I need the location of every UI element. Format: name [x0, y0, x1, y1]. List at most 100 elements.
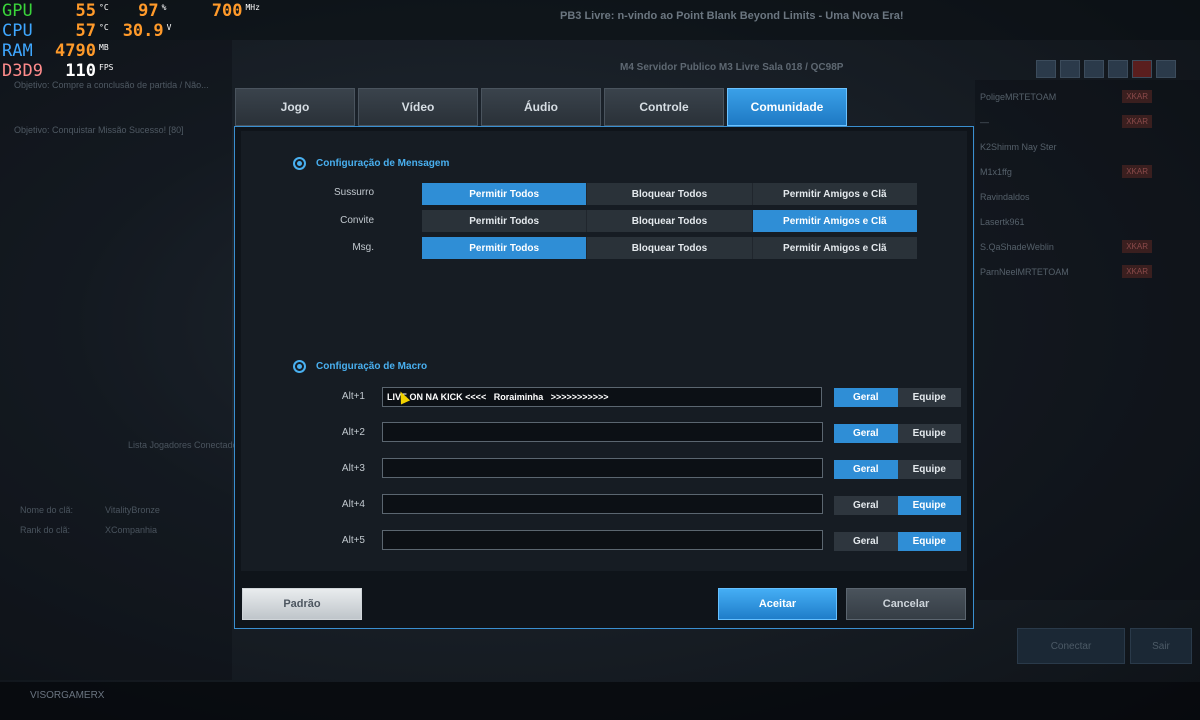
row-label-sussurro: Sussurro — [333, 187, 374, 198]
macro-label-alt3: Alt+3 — [341, 463, 365, 474]
background-clan-rank: XCompanhia — [105, 525, 158, 535]
hud-ram-value: 4790 — [55, 41, 96, 61]
background-player-row: ParnNeelMRTETOAM XKAR — [980, 265, 1180, 278]
macro-input-alt2[interactable] — [382, 422, 823, 442]
msg-option-permitir-todos[interactable]: Permitir Todos — [422, 237, 588, 259]
background-clan-name: VitalityBronze — [105, 505, 160, 515]
sussurro-option-permitir-todos[interactable]: Permitir Todos — [422, 183, 588, 205]
background-player-row: K2Shimm Nay Ster — [980, 142, 1057, 152]
background-chat-label: Lista Jogadores Conectados — [128, 440, 243, 450]
msg-option-bloquear-todos[interactable]: Bloquear Todos — [587, 237, 753, 259]
options-tabs: Jogo Vídeo Áudio Controle Comunidade — [235, 88, 847, 126]
background-connect-button: Conectar — [1017, 628, 1125, 664]
hud-cpu-row: CPU 57 °C 30.9 V — [2, 21, 171, 41]
macro-input-alt5[interactable] — [382, 530, 823, 550]
macro-input-alt4[interactable] — [382, 494, 823, 514]
tab-jogo[interactable]: Jogo — [235, 88, 355, 126]
sussurro-option-amigos-cla[interactable]: Permitir Amigos e Clã — [753, 183, 917, 205]
accept-button[interactable]: Aceitar — [718, 588, 837, 620]
convite-selector: Permitir Todos Bloquear Todos Permitir A… — [422, 210, 917, 232]
macro-alt5-equipe[interactable]: Equipe — [897, 532, 961, 551]
macro-alt4-geral[interactable]: Geral — [834, 496, 898, 515]
background-left-panel — [0, 40, 232, 680]
convite-option-amigos-cla[interactable]: Permitir Amigos e Clã — [752, 210, 917, 232]
macro-section-title: Configuração de Macro — [293, 360, 427, 373]
sussurro-selector: Permitir Todos Bloquear Todos Permitir A… — [422, 183, 917, 205]
hud-cpu-voltage-unit: V — [166, 23, 172, 32]
hud-gpu-temp-unit: °C — [99, 3, 109, 12]
hud-ram-unit: MB — [99, 43, 109, 52]
tab-comunidade[interactable]: Comunidade — [727, 88, 847, 126]
row-label-convite: Convite — [340, 215, 374, 226]
hud-d3d9-label: D3D9 — [2, 61, 43, 81]
hud-cpu-temp: 57 — [75, 21, 96, 41]
background-player-row: Ravindaldos — [980, 192, 1030, 202]
settings-icon — [1084, 60, 1104, 78]
background-player-row: M1x1ffg XKAR — [980, 165, 1180, 178]
background-objective-1: Objetivo: Compre a conclusão de partida … — [14, 80, 209, 90]
macro-input-alt1[interactable] — [382, 387, 822, 407]
background-player-row: PoligeMRTETOAM XKAR — [980, 90, 1180, 103]
user-icon — [1108, 60, 1128, 78]
macro-toggle-alt5: Geral Equipe — [834, 532, 961, 551]
cancel-button[interactable]: Cancelar — [846, 588, 966, 620]
macro-alt5-geral[interactable]: Geral — [834, 532, 898, 551]
convite-option-bloquear-todos[interactable]: Bloquear Todos — [587, 210, 753, 232]
hud-gpu-load-unit: % — [161, 3, 167, 12]
performance-hud: GPU 55 °C 97 % 700 MHz CPU 57 °C 30.9 V … — [0, 0, 280, 81]
hud-fps-value: 110 — [65, 61, 96, 81]
macro-toggle-alt4: Geral Equipe — [834, 496, 961, 515]
background-player-row: — XKAR — [980, 115, 1180, 128]
background-server-info: M4 Servidor Publico M3 Livre Sala 018 / … — [620, 62, 844, 73]
info-icon — [1036, 60, 1056, 78]
background-toolbar-icons — [1036, 60, 1176, 78]
background-player-row: S.QaShadeWeblin XKAR — [980, 240, 1180, 253]
message-section-title-text: Configuração de Mensagem — [316, 158, 450, 169]
hud-cpu-temp-unit: °C — [99, 23, 109, 32]
background-title: PB3 Livre: n-vindo ao Point Blank Beyond… — [560, 10, 904, 22]
hud-gpu-load: 97 — [138, 1, 159, 21]
background-player-name: VISORGAMERX — [30, 690, 105, 701]
macro-alt3-equipe[interactable]: Equipe — [897, 460, 961, 479]
background-bottom-bar — [0, 682, 1200, 720]
options-dialog: Configuração de Mensagem Sussurro Permit… — [234, 126, 974, 629]
macro-alt2-equipe[interactable]: Equipe — [897, 424, 961, 443]
hud-gpu-clock: 700 — [211, 1, 243, 21]
background-player-row: Lasertk961 — [980, 217, 1025, 227]
row-label-msg: Msg. — [352, 242, 374, 253]
convite-option-permitir-todos[interactable]: Permitir Todos — [422, 210, 588, 232]
save-icon — [1156, 60, 1176, 78]
macro-alt1-equipe[interactable]: Equipe — [897, 388, 961, 407]
macro-label-alt2: Alt+2 — [341, 427, 365, 438]
tab-audio[interactable]: Áudio — [481, 88, 601, 126]
macro-input-alt3[interactable] — [382, 458, 823, 478]
macro-label-alt4: Alt+4 — [341, 499, 365, 510]
section-bullet-icon — [293, 157, 306, 170]
hud-fps-unit: FPS — [99, 63, 114, 72]
macro-alt3-geral[interactable]: Geral — [834, 460, 898, 479]
hud-gpu-label: GPU — [2, 1, 33, 21]
macro-alt1-geral[interactable]: Geral — [834, 388, 898, 407]
msg-option-amigos-cla[interactable]: Permitir Amigos e Clã — [753, 237, 917, 259]
hud-cpu-label: CPU — [2, 21, 33, 41]
macro-toggle-alt2: Geral Equipe — [834, 424, 961, 443]
default-button[interactable]: Padrão — [242, 588, 362, 620]
background-objective-2: Objetivo: Conquistar Missão Sucesso! [80… — [14, 125, 184, 135]
macro-alt4-equipe[interactable]: Equipe — [897, 496, 961, 515]
msg-selector: Permitir Todos Bloquear Todos Permitir A… — [422, 237, 917, 259]
hud-ram-row: RAM 4790 MB — [2, 41, 109, 61]
hud-d3d9-row: D3D9 110 FPS — [2, 61, 113, 81]
macro-toggle-alt3: Geral Equipe — [834, 460, 961, 479]
background-right-panel — [975, 80, 1200, 600]
background-exit-button: Sair — [1130, 628, 1192, 664]
close-icon — [1132, 60, 1152, 78]
tab-controle[interactable]: Controle — [604, 88, 724, 126]
hud-cpu-voltage: 30.9 — [122, 21, 164, 41]
hud-gpu-row: GPU 55 °C 97 % 700 MHz — [2, 1, 260, 21]
macro-alt2-geral[interactable]: Geral — [834, 424, 898, 443]
macro-label-alt1: Alt+1 — [341, 391, 365, 402]
macro-toggle-alt1: Geral Equipe — [834, 388, 961, 407]
sussurro-option-bloquear-todos[interactable]: Bloquear Todos — [587, 183, 753, 205]
tab-video[interactable]: Vídeo — [358, 88, 478, 126]
macro-label-alt5: Alt+5 — [341, 535, 365, 546]
